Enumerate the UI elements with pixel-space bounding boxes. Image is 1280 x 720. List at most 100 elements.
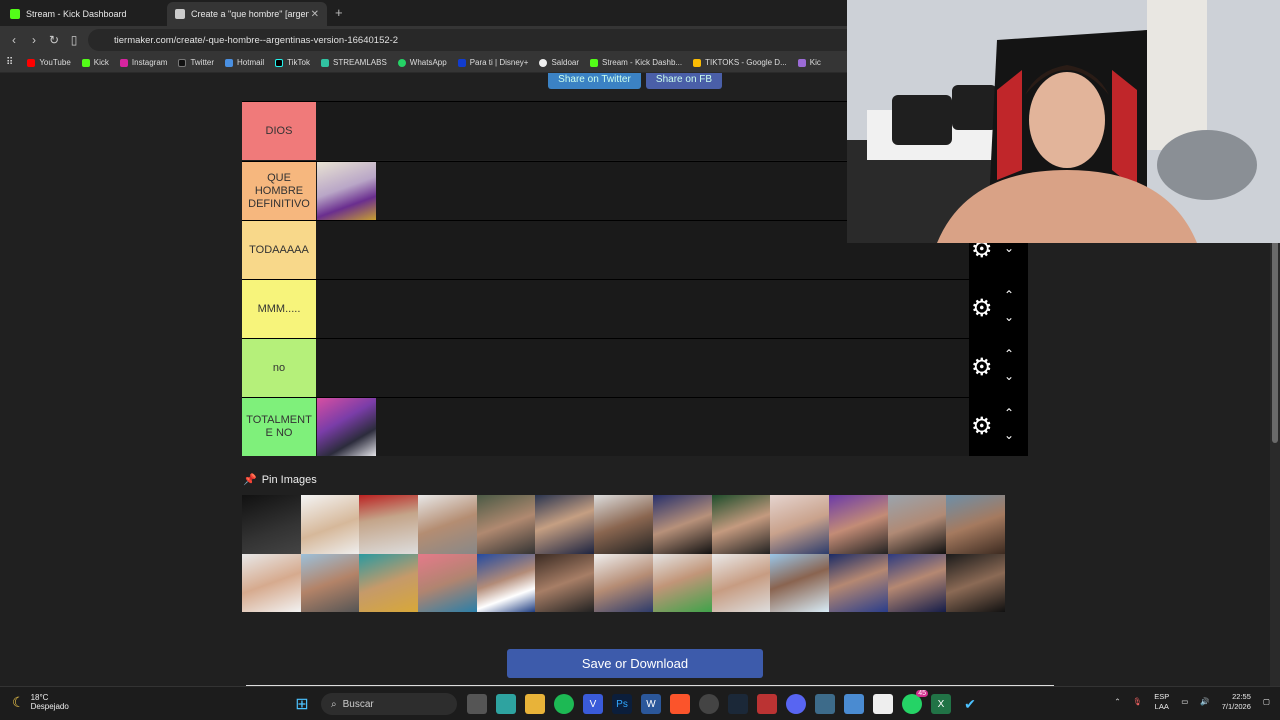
task-view-icon[interactable] <box>467 694 487 714</box>
brave-icon[interactable] <box>670 694 690 714</box>
microphone-icon[interactable]: 🎙 <box>1133 697 1143 707</box>
scrollbar-thumb[interactable] <box>1272 233 1278 443</box>
chevron-up-icon[interactable]: ⌃ <box>1004 406 1014 420</box>
obs-icon[interactable] <box>699 694 719 714</box>
back-icon[interactable]: ‹ <box>4 33 24 47</box>
bookmark-kick-dashboard[interactable]: Stream - Kick Dashb... <box>590 58 682 67</box>
pool-image[interactable] <box>359 495 419 554</box>
windows-start-icon[interactable]: ⊞ <box>292 694 312 714</box>
volume-icon[interactable]: 🔊 <box>1200 697 1209 707</box>
chevron-down-icon[interactable]: ⌄ <box>1004 241 1014 255</box>
file-explorer-icon[interactable] <box>525 694 545 714</box>
bookmark-streamlabs[interactable]: STREAMLABS <box>320 58 387 67</box>
photoshop-icon[interactable]: Ps <box>612 694 632 714</box>
weather-widget[interactable]: ☾ 18°C Despejado <box>12 693 69 711</box>
taskbar-search[interactable]: ⌕ Buscar <box>321 693 457 715</box>
voicemeeter-icon[interactable] <box>757 694 777 714</box>
tier-label[interactable]: QUE HOMBRE DEFINITIVO <box>242 162 316 220</box>
word-icon[interactable]: W <box>641 694 661 714</box>
pool-image[interactable] <box>828 553 888 612</box>
pool-image[interactable] <box>359 553 419 612</box>
gear-icon[interactable]: ⚙ <box>971 415 993 439</box>
pool-image[interactable] <box>300 495 360 554</box>
reload-icon[interactable]: ↻ <box>44 33 64 47</box>
bookmark-kick[interactable]: Kick <box>81 58 109 67</box>
bookmark-twitter[interactable]: Twitter <box>178 58 214 67</box>
capcut-icon[interactable] <box>873 694 893 714</box>
forward-icon[interactable]: › <box>24 33 44 47</box>
pool-image[interactable] <box>828 495 888 554</box>
pool-image[interactable] <box>946 495 1005 554</box>
excel-icon[interactable]: X <box>931 694 951 714</box>
pool-image[interactable] <box>418 495 477 554</box>
chevron-up-icon[interactable]: ⌃ <box>1114 697 1120 707</box>
pool-image[interactable] <box>535 553 595 612</box>
pin-images-toggle[interactable]: 📌 Pin Images <box>243 473 317 487</box>
steam-icon[interactable] <box>728 694 748 714</box>
checkmark-app-icon[interactable]: ✔ <box>960 694 980 714</box>
chevron-up-icon[interactable]: ⌃ <box>1004 347 1014 361</box>
bookmark-tiktoks-drive[interactable]: TIKTOKS - Google D... <box>693 58 787 67</box>
bookmark-saldoar[interactable]: Saldoar <box>539 58 579 67</box>
gear-icon[interactable]: ⚙ <box>971 297 993 321</box>
pool-image[interactable] <box>476 495 536 554</box>
pool-image[interactable] <box>242 553 301 612</box>
chevron-down-icon[interactable]: ⌄ <box>1004 369 1014 383</box>
tier-label[interactable]: TOTALMENTE NO <box>242 398 316 456</box>
photos-icon[interactable] <box>844 694 864 714</box>
pool-image[interactable] <box>242 495 301 554</box>
capture-icon[interactable] <box>815 694 835 714</box>
apps-icon[interactable]: ⠿ <box>6 57 13 68</box>
discord-icon[interactable] <box>786 694 806 714</box>
language-indicator[interactable]: ESP LAA <box>1154 692 1169 712</box>
notifications-icon[interactable]: ▢ <box>1263 697 1270 707</box>
pool-image[interactable] <box>300 553 360 612</box>
bookmark-disney[interactable]: Para ti | Disney+ <box>457 58 528 67</box>
new-tab-button[interactable]: + <box>335 5 343 20</box>
tier-label[interactable]: MMM..... <box>242 280 316 338</box>
bookmark-instagram[interactable]: Instagram <box>119 58 167 67</box>
bookmark-tiktok[interactable]: TikTok <box>275 58 310 67</box>
pool-image[interactable] <box>594 553 653 612</box>
bookmark-hotmail[interactable]: Hotmail <box>225 58 264 67</box>
pool-image[interactable] <box>770 495 829 554</box>
tier-label[interactable]: TODAAAAA <box>242 221 316 279</box>
tier-label[interactable]: no <box>242 339 316 397</box>
chevron-down-icon[interactable]: ⌄ <box>1004 310 1014 324</box>
notepad-icon[interactable] <box>496 694 516 714</box>
pool-image[interactable] <box>946 553 1005 612</box>
vegas-icon[interactable]: V <box>583 694 603 714</box>
pool-image[interactable] <box>535 495 595 554</box>
network-icon[interactable]: ▭ <box>1181 697 1188 707</box>
pool-image[interactable] <box>594 495 653 554</box>
pool-image[interactable] <box>770 553 829 612</box>
pool-image[interactable] <box>652 553 712 612</box>
pool-image[interactable] <box>887 495 947 554</box>
whatsapp-icon[interactable]: 45 <box>902 690 928 714</box>
chevron-down-icon[interactable]: ⌄ <box>1004 428 1014 442</box>
chevron-up-icon[interactable]: ⌃ <box>1004 288 1014 302</box>
spotify-icon[interactable] <box>554 694 574 714</box>
bookmark-youtube[interactable]: YouTube <box>27 58 71 67</box>
pool-image[interactable] <box>711 553 771 612</box>
pool-image[interactable] <box>418 553 477 612</box>
share-fb-button[interactable]: Share on FB <box>646 73 722 89</box>
pool-image[interactable] <box>711 495 771 554</box>
ranked-image[interactable] <box>317 162 376 220</box>
tab-tiermaker[interactable]: Create a "que hombre" [argentin ✕ <box>167 2 327 26</box>
tier-label[interactable]: DIOS <box>242 102 316 160</box>
pool-image[interactable] <box>476 553 536 612</box>
pool-image[interactable] <box>652 495 712 554</box>
clock[interactable]: 22:55 7/1/2026 <box>1222 692 1251 712</box>
bookmark-whatsapp[interactable]: WhatsApp <box>397 58 447 67</box>
close-tab-icon[interactable]: ✕ <box>311 9 319 20</box>
save-download-button[interactable]: Save or Download <box>507 649 763 678</box>
url-field[interactable]: tiermaker.com/create/-que-hombre--argent… <box>88 29 868 51</box>
tab-kick-dashboard[interactable]: Stream - Kick Dashboard <box>2 2 164 26</box>
gear-icon[interactable]: ⚙ <box>971 356 993 380</box>
ranked-image[interactable] <box>317 398 376 456</box>
pool-image[interactable] <box>887 553 947 612</box>
share-twitter-button[interactable]: Share on Twitter <box>548 73 641 89</box>
bookmark-kick-2[interactable]: Kic <box>797 58 821 67</box>
bookmark-icon[interactable]: ▯ <box>64 33 84 47</box>
